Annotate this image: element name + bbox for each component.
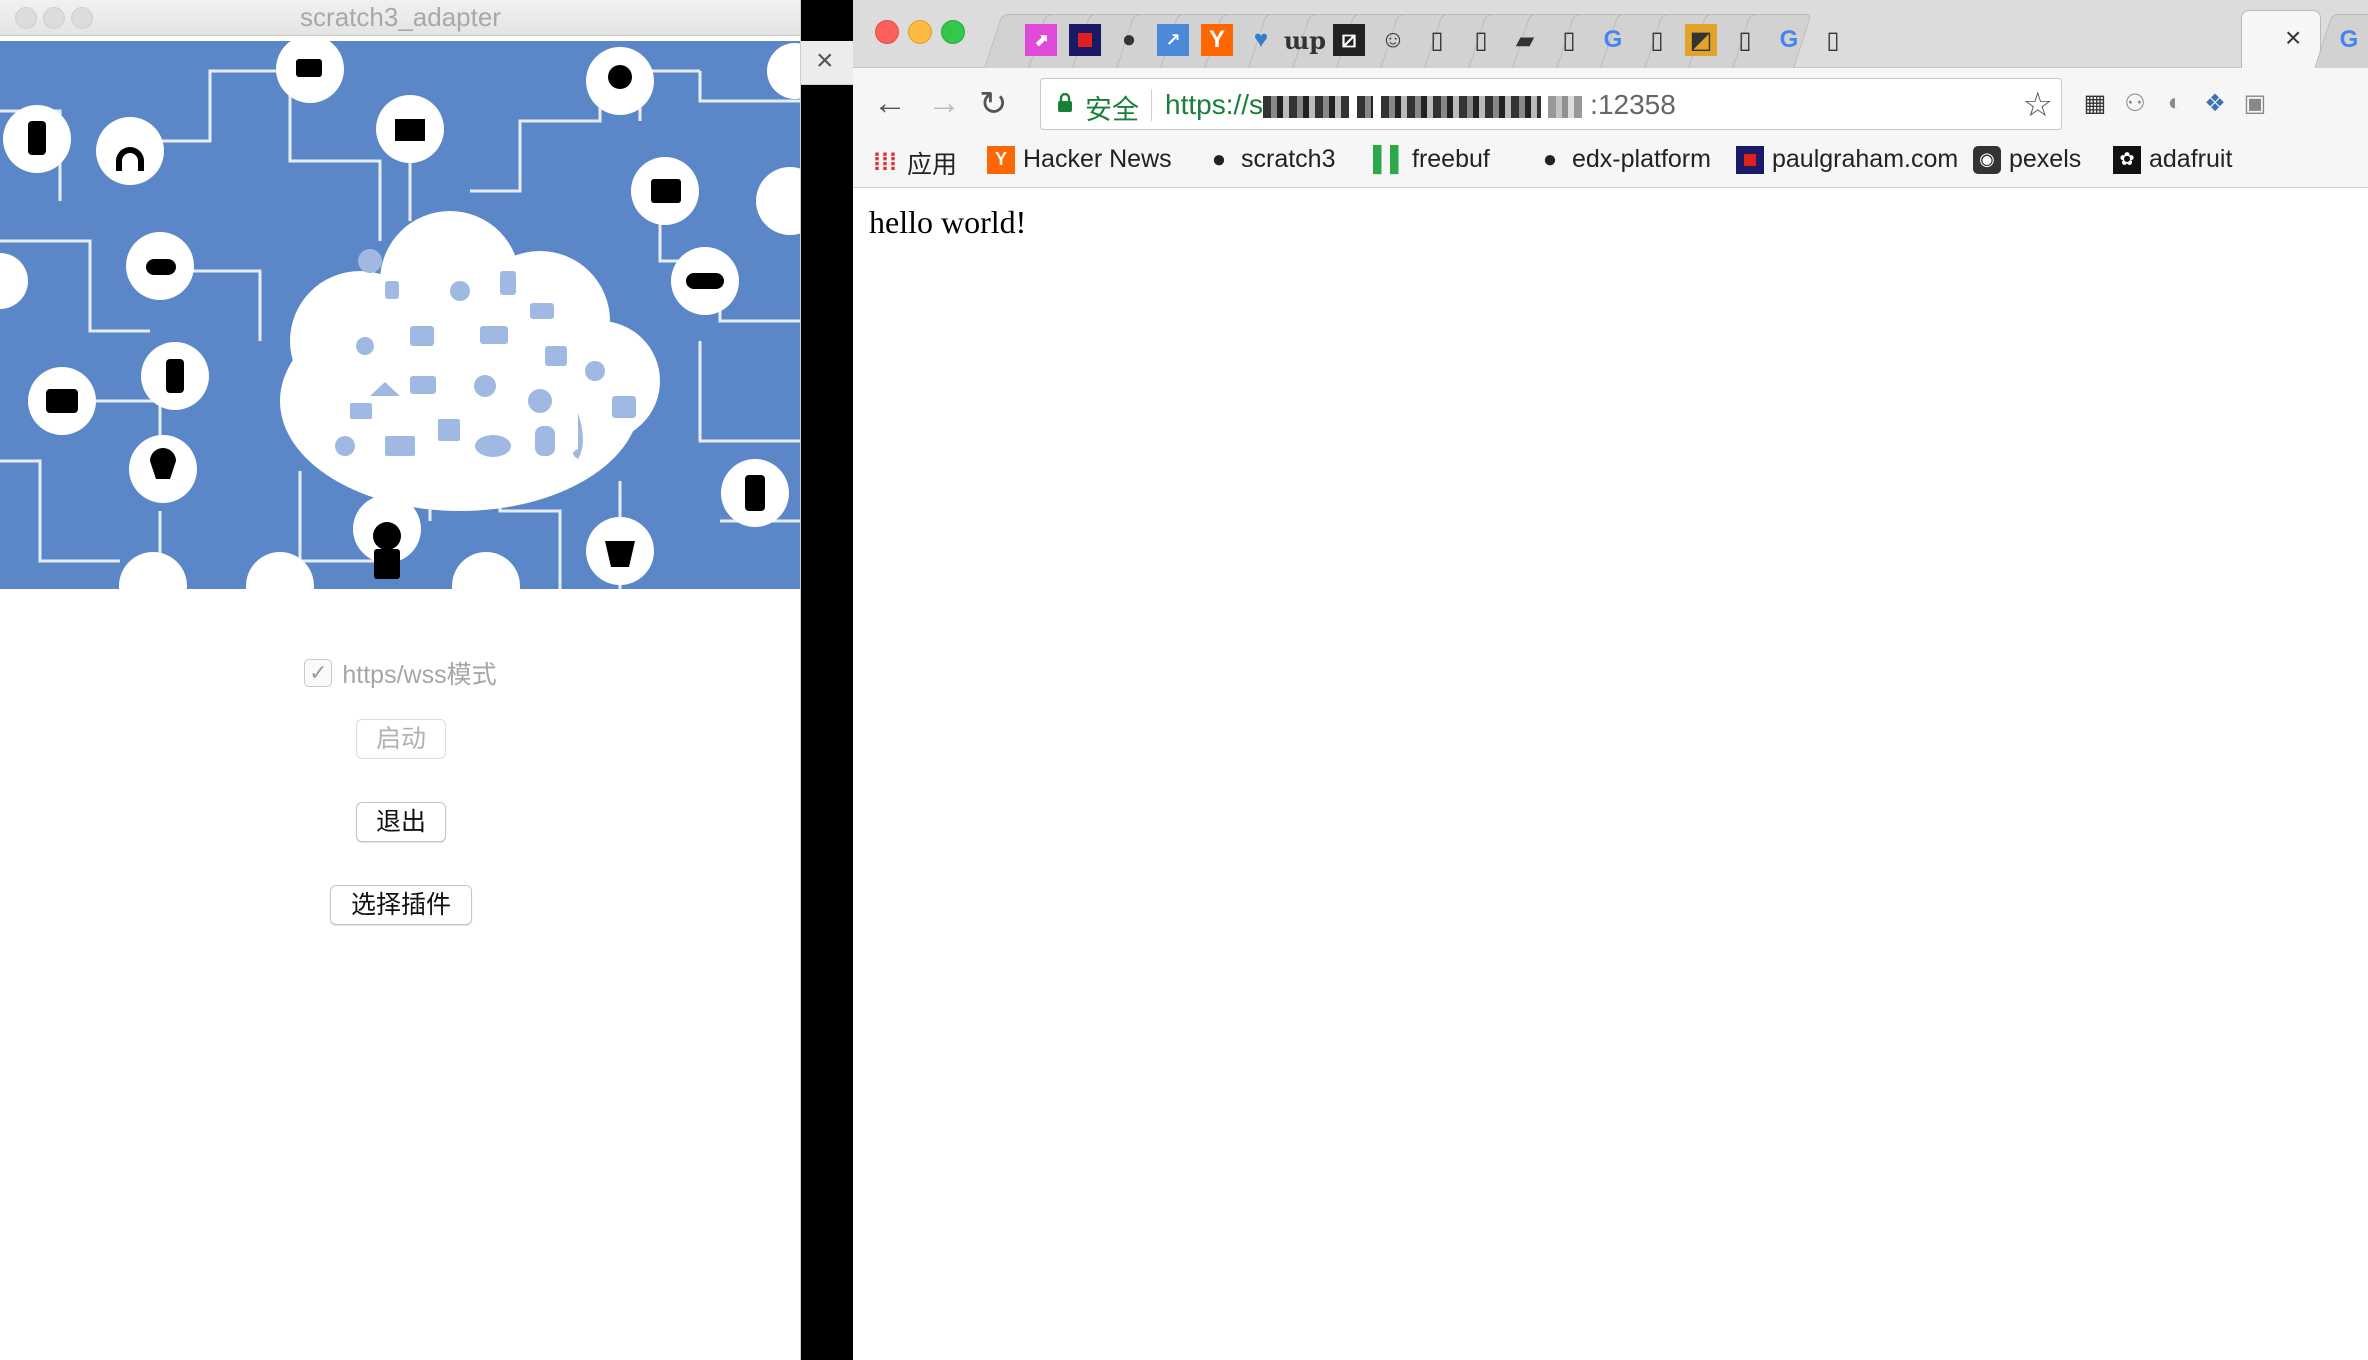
camera-icon: ◉ <box>1973 145 2001 174</box>
bookmark-adafruit[interactable]: ✿ adafruit <box>2113 145 2232 174</box>
chart-icon: ↗ <box>1157 24 1189 56</box>
y-icon: Y <box>1201 24 1233 56</box>
hello-text: hello world! <box>869 204 1027 240</box>
swirl-icon[interactable]: ◐ <box>2158 86 2192 120</box>
bookmark-edx-platform[interactable]: ● edx-platform <box>1536 145 1711 174</box>
bookmarks-bar: ⁞⁞⁞ 应用 Y Hacker News ● scratch3 ▌▌ freeb… <box>853 142 2368 188</box>
reload-icon[interactable]: ↻ <box>979 84 1008 124</box>
google-icon: G <box>2339 26 2359 53</box>
https-checkbox-label: https/wss模式 <box>342 661 497 689</box>
bookmark-label: Hacker News <box>1023 145 1172 173</box>
zoom-window-button[interactable] <box>941 20 965 44</box>
bookmark-label: edx-platform <box>1572 145 1711 173</box>
bookmark-paulgraham[interactable]: paulgraham.com <box>1736 145 1958 174</box>
lock-icon <box>1058 93 1072 112</box>
https-checkbox[interactable]: ✓ <box>304 659 333 687</box>
y-icon: Y <box>987 145 1015 174</box>
close-icon[interactable]: × <box>816 44 834 78</box>
iot-cloud-banner <box>0 41 800 589</box>
github-icon: ● <box>1542 145 1558 173</box>
sitemap-icon[interactable]: ⚇ <box>2118 86 2152 120</box>
stripes-icon: ⧄ <box>1333 24 1365 56</box>
bookmark-label: adafruit <box>2149 145 2233 173</box>
omnibox-divider <box>1151 89 1152 121</box>
google-icon: G <box>1779 26 1799 53</box>
secure-label: 安全 <box>1085 95 1139 126</box>
page-icon: ▯ <box>1826 26 1840 54</box>
bookmark-hacker-news[interactable]: Y Hacker News <box>987 145 1172 174</box>
heart-icon: ♥ <box>1253 26 1269 53</box>
tab-favicon-icon: ⬈ <box>1025 24 1057 56</box>
pg-icon <box>1736 145 1764 174</box>
github-icon: ● <box>1211 145 1227 173</box>
page-content: hello world! <box>853 188 2368 1360</box>
freebuf-icon: ▌▌ <box>1373 145 1408 173</box>
minimize-window-button[interactable] <box>908 20 932 44</box>
page-icon: ▯ <box>1430 26 1444 54</box>
back-arrow-icon[interactable]: ← <box>873 84 907 123</box>
window-icon[interactable]: ▣ <box>2238 86 2272 120</box>
start-button[interactable]: 启动 <box>356 719 446 759</box>
tab-close-icon[interactable]: × <box>2285 22 2301 54</box>
bookmark-label: 应用 <box>907 151 958 179</box>
window-title: scratch3_adapter <box>300 2 501 32</box>
bookmark-pexels[interactable]: ◉ pexels <box>1973 145 2081 174</box>
url-port: :12358 <box>1590 89 1676 120</box>
book-icon: ▰ <box>1515 26 1535 54</box>
bookmark-label: paulgraham.com <box>1772 145 1959 173</box>
puzzle-icon: ◩ <box>1685 24 1717 56</box>
page-icon: ▯ <box>1562 26 1576 54</box>
chrome-window: ⬈ ● ↗ Y ♥ ɯp ⧄ ☺ ▯ ▯ ▰ ▯ G ▯ ◩ ▯ G ▯ × G… <box>853 0 2368 1360</box>
star-flower-icon: ✿ <box>2113 145 2141 174</box>
wp-icon: ɯp <box>1283 25 1327 55</box>
tab-strip: ⬈ ● ↗ Y ♥ ɯp ⧄ ☺ ▯ ▯ ▰ ▯ G ▯ ◩ ▯ G ▯ × G <box>853 0 2368 69</box>
https-option: ✓ https/wss模式 <box>0 655 800 691</box>
bookmark-label: scratch3 <box>1241 145 1336 173</box>
bookmark-star-icon[interactable]: ☆ <box>2023 85 2053 125</box>
bookmark-label: freebuf <box>1412 145 1490 173</box>
page-icon: ▯ <box>1738 26 1752 54</box>
page-icon: ▯ <box>1474 26 1488 54</box>
redacted-block <box>1263 95 1350 118</box>
google-icon: G <box>1603 26 1623 53</box>
pg-icon <box>1069 24 1101 56</box>
redacted-block <box>1548 95 1583 118</box>
quit-button[interactable]: 退出 <box>356 802 446 842</box>
python-icon[interactable]: ❖ <box>2198 86 2232 120</box>
page-icon: ▯ <box>1650 26 1664 54</box>
adapter-titlebar: scratch3_adapter <box>0 0 800 36</box>
qr-code-icon[interactable]: ▦ <box>2078 86 2112 120</box>
forward-arrow-icon[interactable]: → <box>927 84 961 123</box>
bookmark-freebuf[interactable]: ▌▌ freebuf <box>1373 145 1490 174</box>
redacted-block <box>1356 95 1373 118</box>
github-icon: ● <box>1121 26 1137 53</box>
url-prefix: https://s <box>1165 89 1264 120</box>
iot-illustration <box>0 41 800 589</box>
avatar-icon: ☺ <box>1380 26 1406 53</box>
desktop-gap <box>801 0 853 1360</box>
adapter-window: scratch3_adapter ✓ https/wss模式 启动 退出 选择插… <box>0 0 801 1360</box>
apps-grid-icon: ⁞⁞⁞ <box>873 149 897 176</box>
url-text: https://s :12358 <box>1165 89 1676 121</box>
select-plugin-button[interactable]: 选择插件 <box>330 885 472 925</box>
close-window-button[interactable] <box>875 20 899 44</box>
active-tab[interactable] <box>2241 10 2321 69</box>
address-bar[interactable]: 安全 https://s :12358 ☆ <box>1040 78 2062 130</box>
bookmark-apps[interactable]: ⁞⁞⁞ 应用 <box>871 145 957 181</box>
bookmark-scratch3[interactable]: ● scratch3 <box>1205 145 1336 174</box>
bookmark-label: pexels <box>2009 145 2082 173</box>
adapter-form: ✓ https/wss模式 启动 退出 选择插件 <box>0 589 800 1360</box>
redacted-block <box>1380 95 1541 118</box>
